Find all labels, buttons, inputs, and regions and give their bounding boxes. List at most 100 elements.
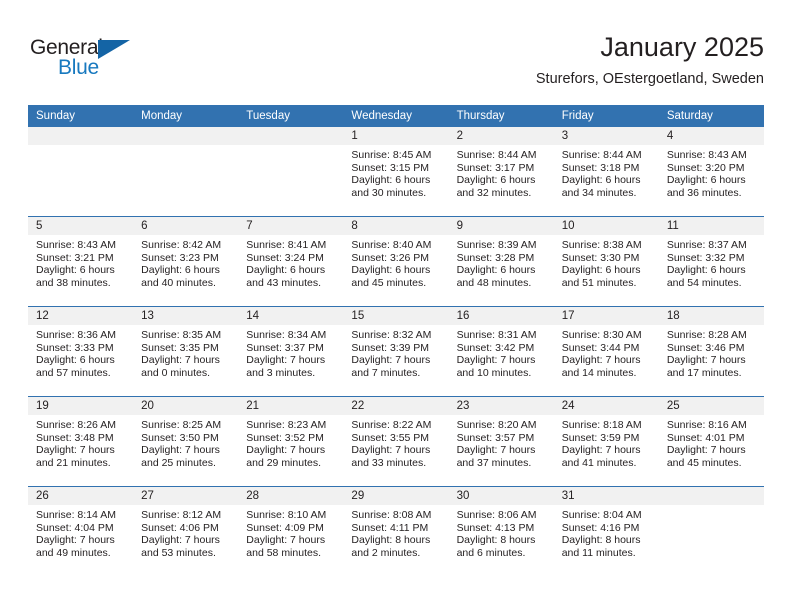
calendar-day-cell[interactable]: 14 Sunrise: 8:34 AM Sunset: 3:37 PM Dayligh… [238,306,344,397]
calendar-day-cell[interactable]: 26 Sunrise: 8:14 AM Sunset: 4:04 PM Dayligh… [28,486,134,576]
calendar-day-cell[interactable]: 29 Sunrise: 8:08 AM Sunset: 4:11 PM Dayligh… [343,486,449,576]
day-details: Sunrise: 8:36 AM Sunset: 3:33 PM Daylight:… [28,325,133,379]
day-detail-line: Daylight: 7 hours [666,354,746,367]
day-number: 16 [448,307,554,325]
day-number: 4 [658,127,764,145]
day-detail-line: Sunrise: 8:08 AM [351,509,432,521]
day-details: Sunrise: 8:25 AM Sunset: 3:50 PM Daylight:… [133,415,238,469]
day-number [658,487,764,505]
calendar-day-cell[interactable]: 9 Sunrise: 8:39 AM Sunset: 3:28 PM Daylight… [448,216,554,307]
day-detail-line: Sunset: 4:06 PM [141,521,219,534]
day-detail-line: Daylight: 6 hours [351,264,431,277]
day-detail-line: Sunset: 3:39 PM [351,341,430,354]
day-details: Sunrise: 8:08 AM Sunset: 4:11 PM Daylight:… [343,505,448,559]
calendar-day-cell[interactable]: 23 Sunrise: 8:20 AM Sunset: 3:57 PM Dayligh… [448,396,554,487]
day-detail-line: and 21 minutes. [36,456,111,469]
calendar-day-cell[interactable]: 25 Sunrise: 8:16 AM Sunset: 4:01 PM Dayligh… [658,396,764,487]
day-detail-line: Sunrise: 8:16 AM [666,419,747,431]
calendar-day-cell[interactable]: 6 Sunrise: 8:42 AM Sunset: 3:23 PM Daylight… [133,216,239,307]
day-detail-line: Sunset: 3:48 PM [36,431,114,444]
day-details: Sunrise: 8:12 AM Sunset: 4:06 PM Daylight:… [133,505,238,559]
day-detail-line: and 40 minutes. [141,276,216,289]
calendar-body: 1 Sunrise: 8:45 AM Sunset: 3:15 PM Daylight… [28,127,764,576]
day-details: Sunrise: 8:38 AM Sunset: 3:30 PM Daylight:… [554,235,659,289]
day-detail-line: Daylight: 6 hours [36,264,115,277]
calendar-empty-cell [28,127,134,217]
day-detail-line: Sunrise: 8:38 AM [561,239,642,251]
day-detail-line: Sunset: 3:37 PM [246,341,324,354]
weekday-header-wednesday: Wednesday [343,105,449,127]
day-number: 2 [448,127,554,145]
day-detail-line: Sunrise: 8:32 AM [351,329,432,341]
calendar-day-cell[interactable]: 18 Sunrise: 8:28 AM Sunset: 3:46 PM Dayligh… [658,306,764,397]
day-detail-line: Sunrise: 8:36 AM [36,329,116,341]
calendar-day-cell[interactable]: 30 Sunrise: 8:06 AM Sunset: 4:13 PM Dayligh… [448,486,554,576]
calendar-day-cell[interactable]: 21 Sunrise: 8:23 AM Sunset: 3:52 PM Dayligh… [238,396,344,487]
calendar-week-row: 1 Sunrise: 8:45 AM Sunset: 3:15 PM Daylight… [28,127,764,217]
calendar-day-cell[interactable]: 19 Sunrise: 8:26 AM Sunset: 3:48 PM Dayligh… [28,396,134,487]
day-number: 23 [448,397,554,415]
day-detail-line: and 0 minutes. [141,366,211,379]
calendar-page: General Blue January 2025 Sturefors, OEs… [0,0,792,612]
day-detail-line: Daylight: 7 hours [666,444,746,457]
day-detail-line: Sunrise: 8:25 AM [141,419,222,431]
day-detail-line: Sunset: 3:33 PM [36,341,114,354]
day-details: Sunrise: 8:16 AM Sunset: 4:01 PM Daylight:… [659,415,764,469]
day-number: 18 [658,307,764,325]
day-detail-line: Daylight: 7 hours [561,444,641,457]
day-detail-line: Sunrise: 8:41 AM [246,239,327,251]
day-details: Sunrise: 8:06 AM Sunset: 4:13 PM Daylight:… [449,505,554,559]
day-number: 5 [28,217,134,235]
calendar-day-cell[interactable]: 31 Sunrise: 8:04 AM Sunset: 4:16 PM Dayligh… [553,486,659,576]
calendar-day-cell[interactable]: 17 Sunrise: 8:30 AM Sunset: 3:44 PM Dayligh… [553,306,659,397]
day-details: Sunrise: 8:31 AM Sunset: 3:42 PM Daylight:… [449,325,554,379]
calendar-day-cell[interactable]: 24 Sunrise: 8:18 AM Sunset: 3:59 PM Dayligh… [553,396,659,487]
day-detail-line: and 10 minutes. [456,366,532,379]
day-detail-line: Daylight: 6 hours [246,264,326,277]
calendar-day-cell[interactable]: 4 Sunrise: 8:43 AM Sunset: 3:20 PM Daylight… [658,127,764,217]
day-detail-line: Sunset: 3:55 PM [351,431,430,444]
calendar-day-cell[interactable]: 5 Sunrise: 8:43 AM Sunset: 3:21 PM Daylight… [28,216,134,307]
day-details: Sunrise: 8:40 AM Sunset: 3:26 PM Daylight:… [343,235,448,289]
day-detail-line: Daylight: 7 hours [456,354,536,367]
calendar-day-cell[interactable]: 3 Sunrise: 8:44 AM Sunset: 3:18 PM Daylight… [553,127,659,217]
day-detail-line: Sunrise: 8:42 AM [141,239,222,251]
day-detail-line: Sunrise: 8:34 AM [246,329,327,341]
calendar-empty-cell [658,486,764,576]
calendar-day-cell[interactable]: 1 Sunrise: 8:45 AM Sunset: 3:15 PM Daylight… [343,127,449,217]
day-number: 20 [133,397,239,415]
day-detail-line: Daylight: 8 hours [351,534,431,547]
weekday-header-thursday: Thursday [448,105,554,127]
calendar-day-cell[interactable]: 12 Sunrise: 8:36 AM Sunset: 3:33 PM Dayligh… [28,306,134,397]
day-detail-line: Sunset: 3:24 PM [246,251,324,264]
day-number: 28 [238,487,344,505]
day-details: Sunrise: 8:37 AM Sunset: 3:32 PM Daylight:… [659,235,764,289]
calendar-day-cell[interactable]: 2 Sunrise: 8:44 AM Sunset: 3:17 PM Daylight… [448,127,554,217]
day-detail-line: Sunset: 3:32 PM [666,251,745,264]
day-details: Sunrise: 8:42 AM Sunset: 3:23 PM Daylight:… [133,235,238,289]
day-details: Sunrise: 8:30 AM Sunset: 3:44 PM Daylight:… [554,325,659,379]
calendar-day-cell[interactable]: 8 Sunrise: 8:40 AM Sunset: 3:26 PM Daylight… [343,216,449,307]
day-detail-line: Sunrise: 8:43 AM [666,149,747,161]
calendar-day-cell[interactable]: 22 Sunrise: 8:22 AM Sunset: 3:55 PM Dayligh… [343,396,449,487]
calendar-day-cell[interactable]: 13 Sunrise: 8:35 AM Sunset: 3:35 PM Dayligh… [133,306,239,397]
calendar-day-cell[interactable]: 11 Sunrise: 8:37 AM Sunset: 3:32 PM Dayligh… [658,216,764,307]
calendar-day-cell[interactable]: 7 Sunrise: 8:41 AM Sunset: 3:24 PM Daylight… [238,216,344,307]
day-number [133,127,239,145]
calendar-day-cell[interactable]: 10 Sunrise: 8:38 AM Sunset: 3:30 PM Dayligh… [553,216,659,307]
flag-triangle-icon [98,40,130,59]
day-detail-line: Sunset: 3:28 PM [456,251,535,264]
day-number: 1 [343,127,449,145]
calendar-grid: Sunday Monday Tuesday Wednesday Thursday… [28,105,764,576]
day-detail-line: Daylight: 7 hours [141,444,220,457]
calendar-day-cell[interactable]: 27 Sunrise: 8:12 AM Sunset: 4:06 PM Dayligh… [133,486,239,576]
day-detail-line: and 45 minutes. [666,456,742,469]
day-detail-line: Daylight: 7 hours [246,354,326,367]
calendar-day-cell[interactable]: 28 Sunrise: 8:10 AM Sunset: 4:09 PM Dayligh… [238,486,344,576]
day-detail-line: Daylight: 7 hours [351,354,431,367]
day-detail-line: Sunrise: 8:39 AM [456,239,537,251]
calendar-day-cell[interactable]: 15 Sunrise: 8:32 AM Sunset: 3:39 PM Dayligh… [343,306,449,397]
calendar-day-cell[interactable]: 16 Sunrise: 8:31 AM Sunset: 3:42 PM Dayligh… [448,306,554,397]
day-number: 14 [238,307,344,325]
calendar-day-cell[interactable]: 20 Sunrise: 8:25 AM Sunset: 3:50 PM Dayligh… [133,396,239,487]
